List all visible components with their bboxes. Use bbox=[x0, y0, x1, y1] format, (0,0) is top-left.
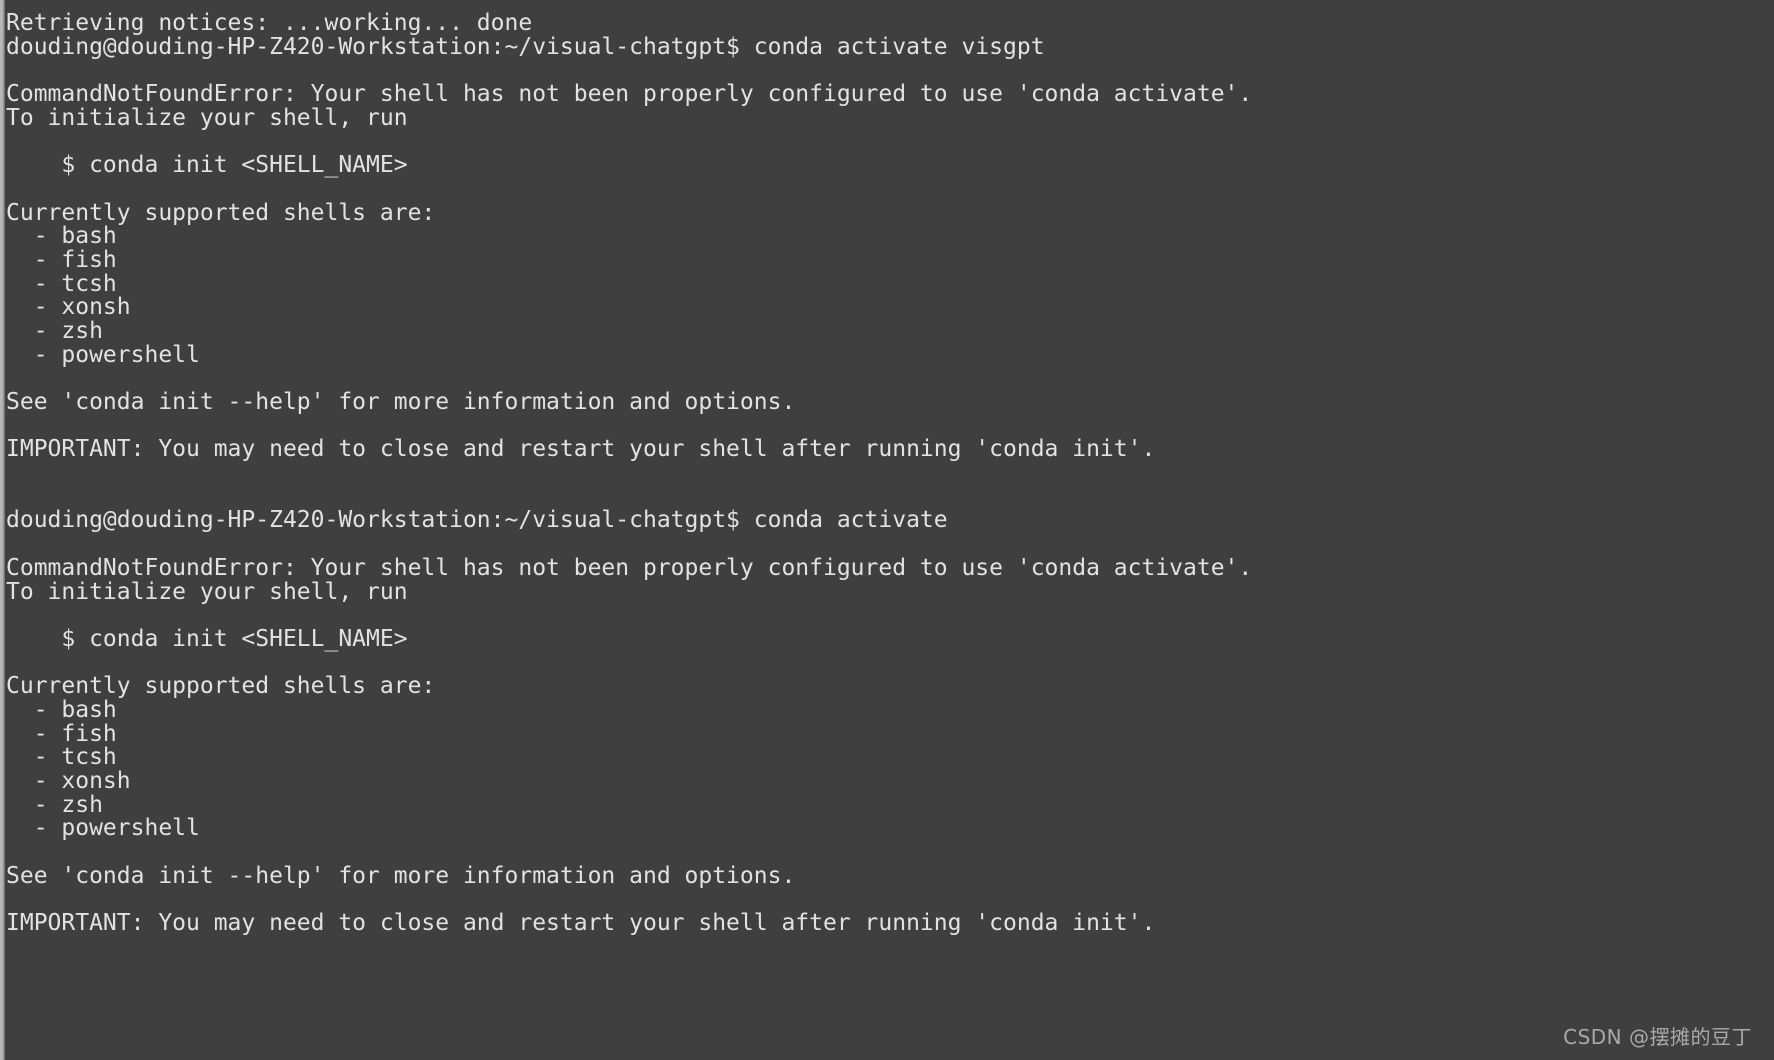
terminal-line: Currently supported shells are: bbox=[6, 199, 436, 226]
terminal-line: - tcsh bbox=[6, 744, 117, 771]
terminal-line: To initialize your shell, run bbox=[6, 104, 408, 131]
terminal-line: Retrieving notices: ...working... done bbox=[6, 10, 533, 36]
terminal-line: $ conda init <SHELL_NAME> bbox=[6, 625, 408, 652]
terminal-line: - xonsh bbox=[6, 294, 131, 321]
terminal-line: To initialize your shell, run bbox=[6, 578, 408, 605]
terminal-line: douding@douding-HP-Z420-Workstation:~/vi… bbox=[6, 33, 1045, 60]
terminal-line: - fish bbox=[6, 720, 117, 747]
terminal-line: - bash bbox=[6, 696, 117, 723]
terminal-output[interactable]: Retrieving notices: ...working... done do… bbox=[6, 10, 1774, 937]
terminal-line: - xonsh bbox=[6, 768, 131, 794]
terminal-line: - bash bbox=[6, 223, 117, 250]
terminal-line: Currently supported shells are: bbox=[6, 673, 436, 700]
terminal-line: - fish bbox=[6, 246, 117, 273]
terminal-line: IMPORTANT: You may need to close and res… bbox=[6, 910, 1156, 937]
terminal-line: See 'conda init --help' for more informa… bbox=[6, 862, 796, 889]
terminal-line: CommandNotFoundError: Your shell has not… bbox=[6, 81, 1253, 108]
terminal-line: - powershell bbox=[6, 815, 200, 842]
terminal-line: douding@douding-HP-Z420-Workstation:~/vi… bbox=[6, 507, 948, 534]
watermark: CSDN @摆摊的豆丁 bbox=[1563, 1025, 1752, 1049]
terminal-line: - zsh bbox=[6, 317, 103, 344]
terminal-line: - tcsh bbox=[6, 270, 117, 297]
terminal-line: $ conda init <SHELL_NAME> bbox=[6, 152, 408, 179]
window-left-border bbox=[0, 0, 5, 1060]
terminal-window[interactable]: Retrieving notices: ...working... done do… bbox=[0, 0, 1774, 1060]
terminal-line: IMPORTANT: You may need to close and res… bbox=[6, 436, 1156, 463]
terminal-line: See 'conda init --help' for more informa… bbox=[6, 389, 796, 415]
terminal-line: - powershell bbox=[6, 341, 200, 368]
terminal-line: - zsh bbox=[6, 791, 103, 818]
terminal-line: CommandNotFoundError: Your shell has not… bbox=[6, 554, 1253, 581]
